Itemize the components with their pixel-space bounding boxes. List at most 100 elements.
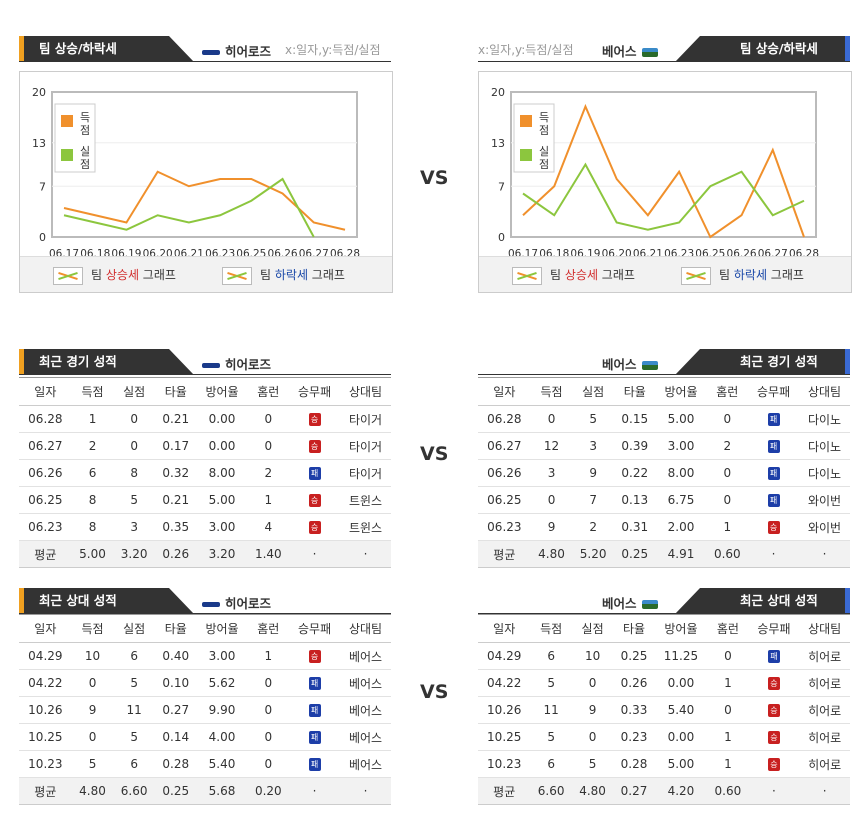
table-row: 10.23 6 5 0.28 5.00 1 승 히어로 (478, 750, 850, 778)
column-header: 방어율 (196, 614, 248, 643)
table-cell: 0.17 (154, 432, 197, 460)
table-cell: 0 (247, 696, 290, 724)
win-badge-icon: 승 (767, 731, 780, 744)
table-cell: 승 (748, 513, 800, 541)
table-cell: 0.23 (613, 723, 655, 751)
y-tick-label: 13 (32, 137, 46, 150)
loss-badge-icon: 패 (767, 413, 780, 426)
table-cell: 0.26 (613, 669, 655, 697)
average-cell: 1.40 (247, 540, 290, 568)
table-cell: 0 (707, 642, 749, 670)
column-header: 승무패 (289, 614, 341, 643)
table-cell: 06.26 (19, 459, 72, 487)
average-cell: 5.00 (71, 540, 114, 568)
column-header: 홈런 (247, 377, 290, 406)
win-badge-icon: 승 (767, 677, 780, 690)
column-header: 득점 (530, 377, 573, 406)
chart-legend-footer: 팀 상승세 그래프 팀 하락세 그래프 (20, 256, 392, 292)
table-cell: 06.25 (478, 486, 531, 514)
table-cell: 0.13 (613, 486, 656, 514)
average-cell: 0.25 (613, 540, 656, 568)
loss-badge-icon: 패 (767, 494, 780, 507)
table-row: 10.25 5 0 0.23 0.00 1 승 히어로 (478, 723, 850, 751)
line-chart: 07132006.17 06.18 06.19 06.20 06.21 06.23 06.2… (32, 86, 360, 260)
section-title: 최근 경기 성적 (740, 354, 818, 369)
table-cell: 5 (113, 669, 155, 697)
column-header: 득점 (71, 377, 114, 406)
table-cell: 06.25 (19, 486, 72, 514)
column-header: 실점 (572, 377, 614, 406)
trend-panel-right: 팀 상승/하락세 x:일자,y:득점/실점 베어스 0 7 13 20 06.17 06.… (478, 36, 852, 321)
table-row: 04.29 10 6 0.40 3.00 1 승 베어스 (19, 642, 391, 670)
table-cell: 패 (289, 723, 341, 751)
table-cell: 9 (571, 696, 614, 724)
average-cell: 0.60 (707, 777, 749, 805)
table-cell: 5 (572, 405, 614, 433)
table-cell: 승 (748, 723, 800, 751)
table-cell: 5.00 (654, 750, 708, 778)
axis-note: x:일자,y:득점/실점 (285, 43, 381, 57)
trend-chart-right: 0 7 13 20 06.17 06.18 06.19 06.20 06.21 06.23 06.2… (478, 71, 852, 293)
chart-legend-footer: 팀 상승세 그래프 팀 하락세 그래프 (479, 256, 851, 292)
column-header: 득점 (71, 614, 114, 643)
table-cell: 2 (572, 513, 614, 541)
table-cell: 타이거 (340, 459, 391, 487)
table-cell: 5.40 (654, 696, 708, 724)
average-cell: 0.25 (154, 777, 197, 805)
average-label: 평균 (19, 540, 72, 568)
table-cell: 0 (707, 696, 749, 724)
average-label: 평균 (19, 777, 72, 805)
table-cell: 패 (289, 750, 341, 778)
trend-title: 팀 상승/하락세 (39, 41, 117, 56)
table-cell: 10.26 (19, 696, 72, 724)
table-row: 06.27 12 3 0.39 3.00 2 패 다이노 (478, 432, 850, 460)
table-cell: 04.22 (478, 669, 531, 697)
section-title: 최근 경기 성적 (39, 354, 117, 369)
table-cell: 9 (71, 696, 114, 724)
table-cell: 6 (530, 642, 572, 670)
table-cell: 8.00 (655, 459, 707, 487)
table-cell: 베어스 (340, 723, 391, 751)
win-badge-icon: 승 (767, 704, 780, 717)
average-cell: 5.20 (572, 540, 614, 568)
table-cell: 0 (71, 669, 114, 697)
table-cell: 0.32 (154, 459, 197, 487)
column-header: 상대팀 (340, 614, 391, 643)
column-header: 타율 (613, 614, 655, 643)
legend-uptrend: 팀 상승세 그래프 (53, 266, 176, 285)
table-cell: 06.26 (478, 459, 531, 487)
table-cell: 0.31 (613, 513, 656, 541)
legend-label-char: 점 (539, 158, 549, 171)
table-cell: 0.00 (654, 669, 708, 697)
table-cell: 0 (247, 432, 290, 460)
table-cell: 5 (571, 750, 614, 778)
table-cell: 0.35 (154, 513, 197, 541)
bears-logo-icon (641, 48, 658, 57)
column-header: 실점 (113, 614, 155, 643)
table-cell: 승 (289, 405, 341, 433)
table-header-row: 일자 득점 실점 타율 방어율 홈런 승무패 상대팀 (19, 614, 391, 643)
table-cell: 히어로 (799, 750, 850, 778)
table-cell: 패 (748, 432, 800, 460)
recent-panel-left: 최근 경기 성적 히어로즈 일자 득점 실점 타율 방어율 홈런 승무패 상대팀 06.28 1 0… (19, 349, 391, 568)
table-row: 10.26 11 9 0.33 5.40 0 승 히어로 (478, 696, 850, 724)
table-cell: 2 (706, 432, 749, 460)
loss-badge-icon: 패 (308, 677, 321, 690)
table-cell: 히어로 (799, 723, 850, 751)
vs-label: VS (420, 443, 449, 465)
legend-label-char: 점 (80, 158, 90, 171)
table-cell: 0.22 (613, 459, 656, 487)
table-row: 04.22 0 5 0.10 5.62 0 패 베어스 (19, 669, 391, 697)
table-cell: 2 (71, 432, 114, 460)
average-cell: 0.60 (706, 540, 749, 568)
table-cell: 패 (289, 669, 341, 697)
trend-panel-left: 팀 상승/하락세 히어로즈 x:일자,y:득점/실점 0 7 13 20 06.17 06… (19, 36, 393, 321)
column-header: 득점 (530, 614, 572, 643)
average-row: 평균 6.60 4.80 0.27 4.20 0.60 · · (478, 777, 850, 805)
table-cell: 04.29 (19, 642, 72, 670)
table-cell: 3 (572, 432, 614, 460)
table-cell: 0.39 (613, 432, 656, 460)
average-cell: · (748, 777, 800, 805)
legend-swatch (520, 149, 532, 161)
column-header: 타율 (613, 377, 656, 406)
